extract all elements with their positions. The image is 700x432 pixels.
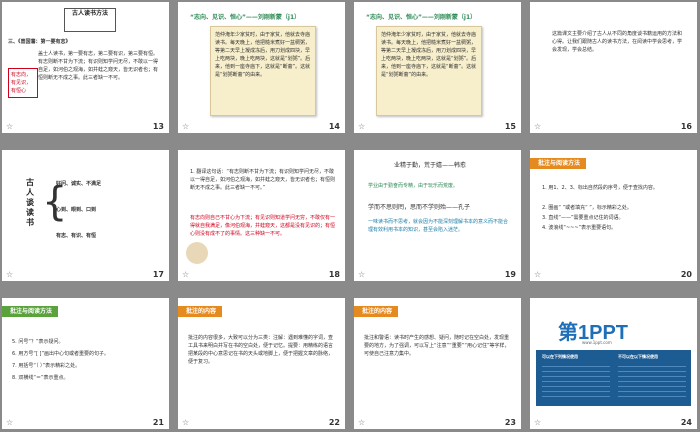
slide-16-body: 这篇课文主要介绍了古人从不同的角度谈书籍运用的方法和心得。让我们跟随古人的读书方…: [552, 31, 683, 53]
slide-sorter-grid: 古人读书方法 三、《曾国藩：第一要有志》 有志向， 有见识， 有恒心 盖士人读书…: [0, 0, 700, 432]
slide-19-line-1: 学业由于勤奋而专精，由于玩乐而荒废。: [368, 183, 459, 189]
slide-13[interactable]: 古人读书方法 三、《曾国藩：第一要有志》 有志向， 有见识， 有恒心 盖士人读书…: [2, 2, 169, 133]
slide-17-title: 古人谈读书: [26, 178, 34, 227]
slide-23-star-icon: ☆: [358, 418, 366, 427]
slide-17-line-2: 心到、眼到、口到: [56, 207, 97, 213]
slide-13-body: 盖士人读书，第一要有志，第二要有识，第三要有恒。有志则断不甘为下流；有识则知学问…: [38, 51, 159, 81]
slide-24-col2-title: 不可以在以下情况使用: [618, 354, 658, 359]
slide-17-star-icon: ☆: [6, 270, 14, 279]
slide-21-header: 批注与阅读方法: [2, 306, 59, 317]
slide-22-header: 批注的内容: [178, 306, 223, 317]
slide-14-star-icon: ☆: [182, 122, 190, 131]
slide-16-number: 16: [680, 122, 692, 131]
slide-24-info-panel: 可以在下列情况使用 不可以在以下情况使用: [536, 350, 691, 406]
slide-21-number: 21: [152, 418, 164, 427]
slide-13-star-icon: ☆: [6, 122, 14, 131]
slide-15-number: 15: [504, 122, 516, 131]
slide-14[interactable]: “志向、见识、恒心”——刘刚新蒙（j1） 范仲淹年少家贫时，由于家贫，他就去寺庙…: [178, 2, 345, 133]
slide-14-title: “志向、见识、恒心”——刘刚新蒙（j1）: [190, 14, 301, 21]
slide-17-line-3: 有志、有识、有恒: [56, 233, 97, 239]
slide-17[interactable]: 古人谈读书 { 好问、诚实、不满足 心到、眼到、口到 有志、有识、有恒 ☆ 17: [2, 150, 169, 281]
slide-19[interactable]: 业精于勤，荒于嬉——韩愈 学业由于勤奋而专精，由于玩乐而荒废。 学而不思则罔，思…: [354, 150, 521, 281]
slide-20-item-3: 3. 直线“——”需要重点记住的词语。: [542, 215, 624, 221]
slide-19-number: 19: [504, 270, 516, 279]
slide-14-paper: 范仲淹年少家贫时，由于家贫，他就去寺庙读书。每天晚上，他把糙米煮好一盆稠粥，等第…: [210, 26, 316, 116]
slide-18-answer: 有志向则自己不甘心为下流；有见识则知道学问无穷，不敢仅有一得就自我满足，像河伯观…: [190, 215, 336, 237]
slide-20-header: 批注与阅读方法: [530, 158, 587, 169]
slide-18-number: 18: [328, 270, 340, 279]
slide-21[interactable]: 批注与阅读方法 5. 问号“？”表示疑问。 6. 用方号“[ ]”画出中心句或者…: [2, 298, 169, 429]
slide-17-line-1: 好问、诚实、不满足: [56, 181, 102, 187]
slide-16-star-icon: ☆: [534, 122, 542, 131]
slide-13-section: 三、《曾国藩：第一要有志》: [8, 39, 71, 45]
slide-20[interactable]: 批注与阅读方法 1. 用1、2、3、标出自然段的序号，便于查找内容。 2. 圈画…: [530, 150, 697, 281]
slide-20-number: 20: [680, 270, 692, 279]
slide-24-number: 24: [680, 418, 692, 427]
slide-22-number: 22: [328, 418, 340, 427]
slide-13-title: 古人读书方法: [71, 10, 108, 17]
slide-21-item-1: 5. 问号“？”表示疑问。: [12, 339, 64, 345]
slide-19-star-icon: ☆: [358, 270, 366, 279]
slide-23[interactable]: 批注的内容 批注和警语：读书时产生的感想、疑问，随时记在空白处，发现重要的地方，…: [354, 298, 521, 429]
slide-19-title: 业精于勤，荒于嬉——韩愈: [394, 162, 467, 169]
slide-15-star-icon: ☆: [358, 122, 366, 131]
slide-18-child-illustration-icon: [186, 242, 208, 264]
slide-22-body: 批注的内容很多，大致可以分为三类：注解：遇到难懂的字词，查工具书来明白并写在书的…: [188, 335, 334, 365]
slide-19-line-2: 一味读书而不思考，就会因为不能深刻理解书本的意义而不能合理有效利用书本的知识，甚…: [368, 219, 509, 233]
slide-20-star-icon: ☆: [534, 270, 542, 279]
slide-18-star-icon: ☆: [182, 270, 190, 279]
slide-21-item-3: 7. 用括号“（ ）”表示精彩之处。: [12, 363, 81, 369]
slide-15-title: “志向、见识、恒心”——刘刚新蒙（j1）: [366, 14, 477, 21]
slide-15[interactable]: “志向、见识、恒心”——刘刚新蒙（j1） 范仲淹年少家贫时，由于家贫，他就去寺庙…: [354, 2, 521, 133]
slide-19-title-2: 学而不思则罔，思而不学则殆——孔子: [368, 204, 471, 211]
slide-24-col1-lines: [542, 362, 610, 400]
slide-14-number: 14: [328, 122, 340, 131]
slide-24-star-icon: ☆: [534, 418, 542, 427]
slide-21-item-4: 8. 双横线“＝”表示重点。: [12, 375, 69, 381]
slide-13-title-box: 古人读书方法: [64, 8, 116, 32]
slide-21-item-2: 6. 用方号“[ ]”画出中心句或者重要的句子。: [12, 351, 110, 357]
slide-15-paper: 范仲淹年少家贫时，由于家贫，他就去寺庙读书。每天晚上，他把糙米煮好一盆稠粥，等第…: [376, 26, 482, 116]
slide-24[interactable]: 第1PPT www.1ppt.com 可以在下列情况使用 不可以在以下情况使用 …: [530, 298, 697, 429]
slide-13-tag: 有志向， 有见识， 有恒心: [8, 68, 38, 98]
slide-16[interactable]: 这篇课文主要介绍了古人从不同的角度谈书籍运用的方法和心得。让我们跟随古人的读书方…: [530, 2, 697, 133]
slide-18[interactable]: 1. 翻译这句话：“有志则断不甘为下流；有识则知学问无尽，不敢以一得自足，如河伯…: [178, 150, 345, 281]
slide-14-body: 范仲淹年少家贫时，由于家贫，他就去寺庙读书。每天晚上，他把糙米煮好一盆稠粥，等第…: [215, 32, 311, 78]
slide-20-item-1: 1. 用1、2、3、标出自然段的序号，便于查找内容。: [542, 185, 658, 191]
slide-18-body: 1. 翻译这句话：“有志则断不甘为下流；有识则知学问无尽，不敢以一得自足，如河伯…: [190, 169, 336, 191]
slide-21-star-icon: ☆: [6, 418, 14, 427]
slide-22-star-icon: ☆: [182, 418, 190, 427]
slide-24-logo-sub: www.1ppt.com: [582, 340, 612, 345]
slide-23-header: 批注的内容: [354, 306, 399, 317]
slide-24-col2-lines: [618, 362, 686, 400]
slide-20-item-4: 4. 波浪线“~~~”表示重要语句。: [542, 225, 617, 231]
slide-20-item-2: 2. 圈画“ ”或者填充“ ”，标示精彩之处。: [542, 205, 632, 211]
slide-13-number: 13: [152, 122, 164, 131]
slide-23-number: 23: [504, 418, 516, 427]
slide-17-number: 17: [152, 270, 164, 279]
slide-23-body: 批注和警语：读书时产生的感想、疑问，随时记在空白处，发现重要的地方，为了强调，可…: [364, 335, 510, 357]
slide-24-col1-title: 可以在下列情况使用: [542, 354, 578, 359]
slide-15-body: 范仲淹年少家贫时，由于家贫，他就去寺庙读书。每天晚上，他把糙米煮好一盆稠粥，等第…: [381, 32, 477, 78]
slide-22[interactable]: 批注的内容 批注的内容很多，大致可以分为三类：注解：遇到难懂的字词，查工具书来明…: [178, 298, 345, 429]
